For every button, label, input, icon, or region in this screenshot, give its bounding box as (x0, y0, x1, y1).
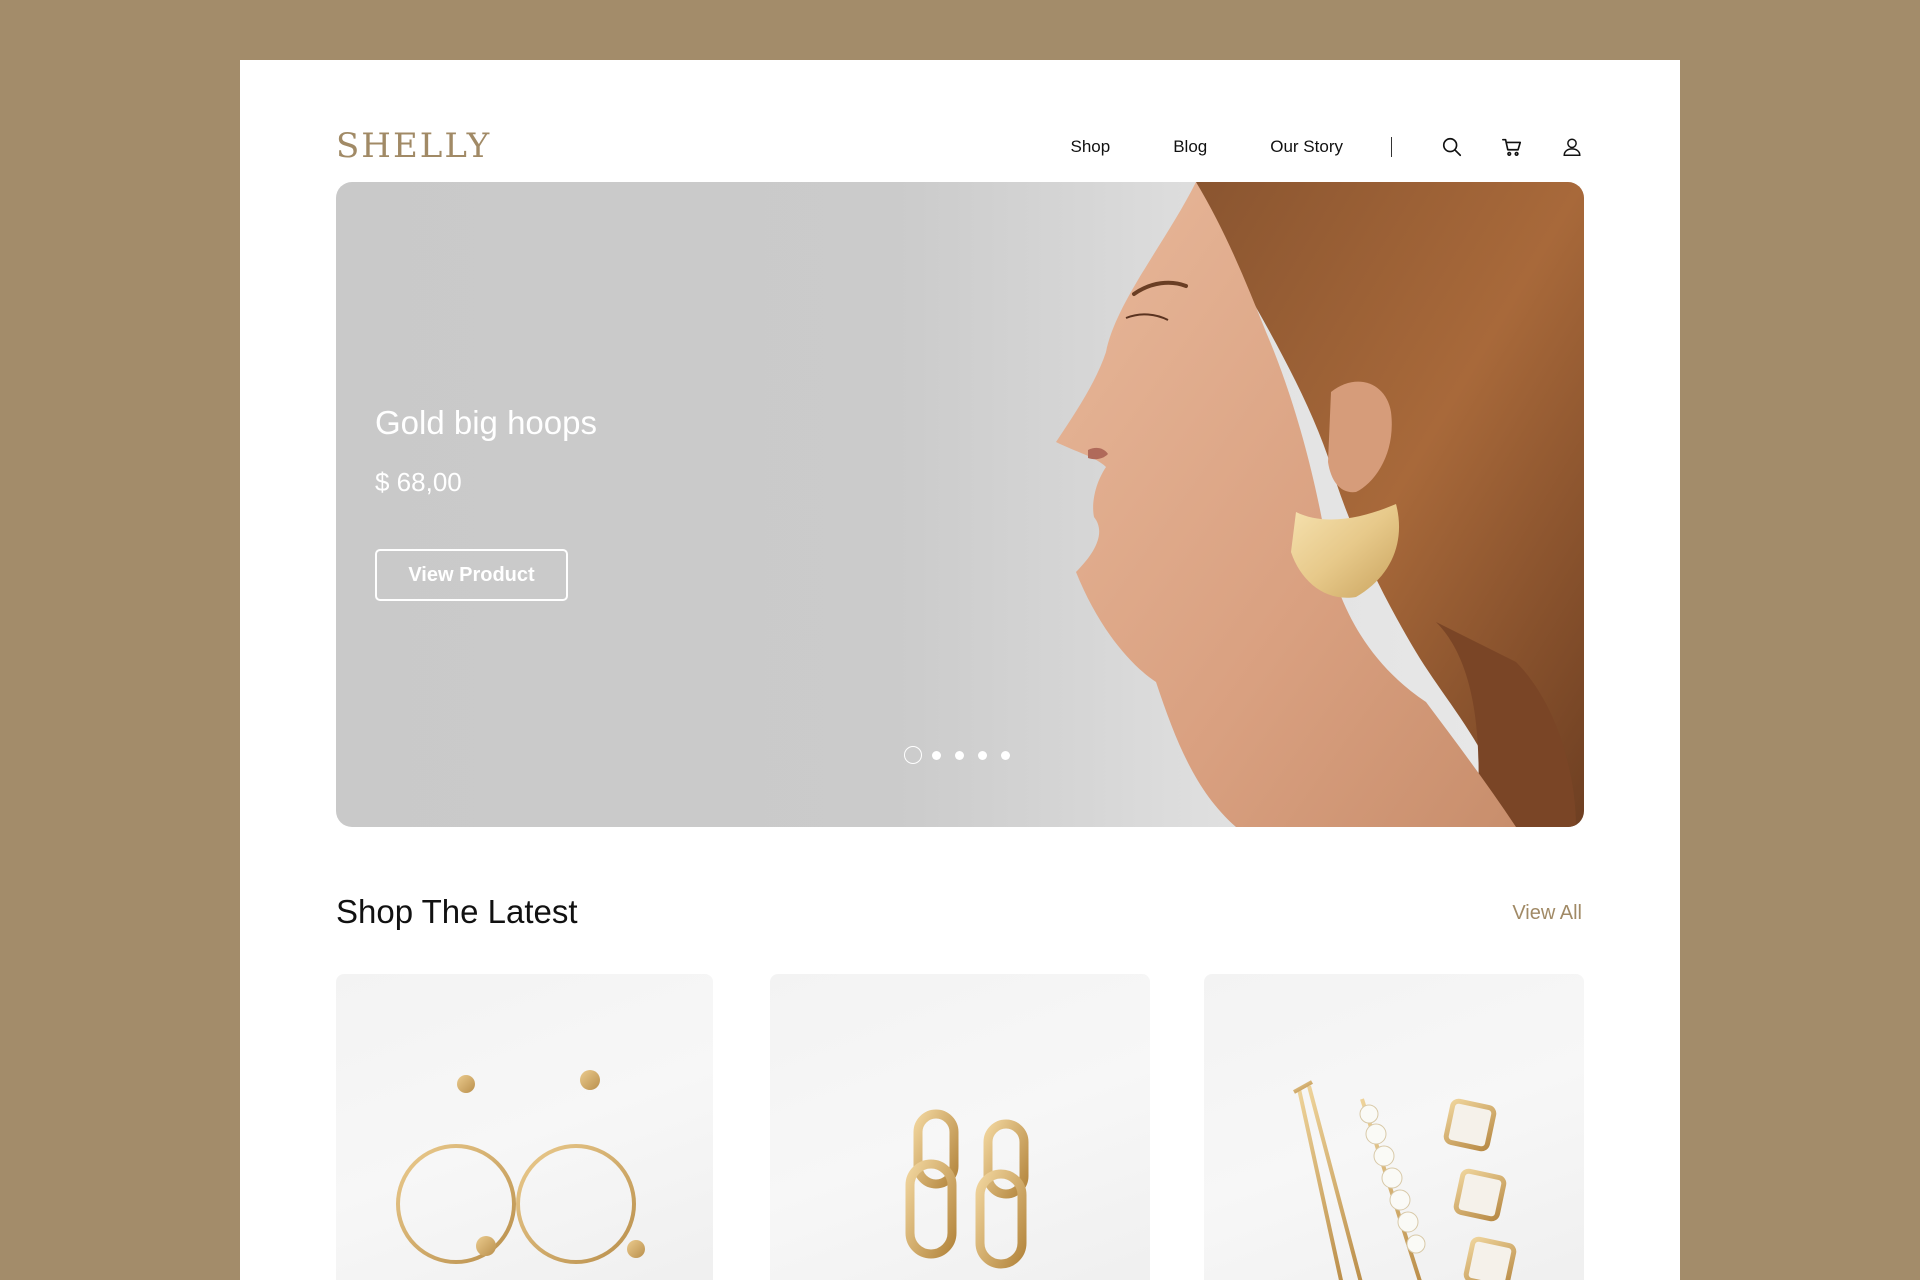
product-card[interactable] (1204, 974, 1584, 1280)
view-product-button[interactable]: View Product (375, 549, 568, 601)
carousel-dot-active[interactable] (904, 746, 922, 764)
hero-banner: Gold big hoops $ 68,00 View Product (336, 182, 1584, 827)
carousel-dot[interactable] (932, 750, 941, 760)
cart-icon[interactable] (1500, 135, 1524, 159)
product-image-chain-earrings (905, 1109, 1029, 1269)
site-header: SHELLY Shop Blog Our Story (336, 124, 1584, 172)
carousel-dot[interactable] (978, 750, 987, 760)
product-image-circle-earrings (396, 1070, 645, 1264)
search-icon[interactable] (1440, 135, 1464, 159)
hero-model-image (1056, 182, 1584, 827)
nav-link-shop[interactable]: Shop (1071, 137, 1111, 157)
carousel-dots (904, 746, 1024, 764)
carousel-dot[interactable] (955, 750, 964, 760)
carousel-dot[interactable] (1001, 750, 1010, 760)
page-container: SHELLY Shop Blog Our Story Gold big hoop… (240, 60, 1680, 1280)
user-icon[interactable] (1560, 135, 1584, 159)
nav-link-blog[interactable]: Blog (1173, 137, 1207, 157)
section-title: Shop The Latest (336, 893, 578, 930)
product-image-pearl-hair-clips (1293, 1080, 1517, 1280)
nav-link-our-story[interactable]: Our Story (1270, 137, 1343, 157)
product-card[interactable] (770, 974, 1150, 1280)
main-nav: Shop Blog Our Story (1071, 132, 1584, 162)
nav-divider (1391, 137, 1392, 157)
product-card[interactable] (336, 974, 713, 1280)
view-all-link[interactable]: View All (1512, 902, 1582, 925)
brand-logo[interactable]: SHELLY (336, 126, 491, 166)
hero-price: $ 68,00 (375, 467, 462, 497)
hero-title: Gold big hoops (375, 404, 597, 441)
